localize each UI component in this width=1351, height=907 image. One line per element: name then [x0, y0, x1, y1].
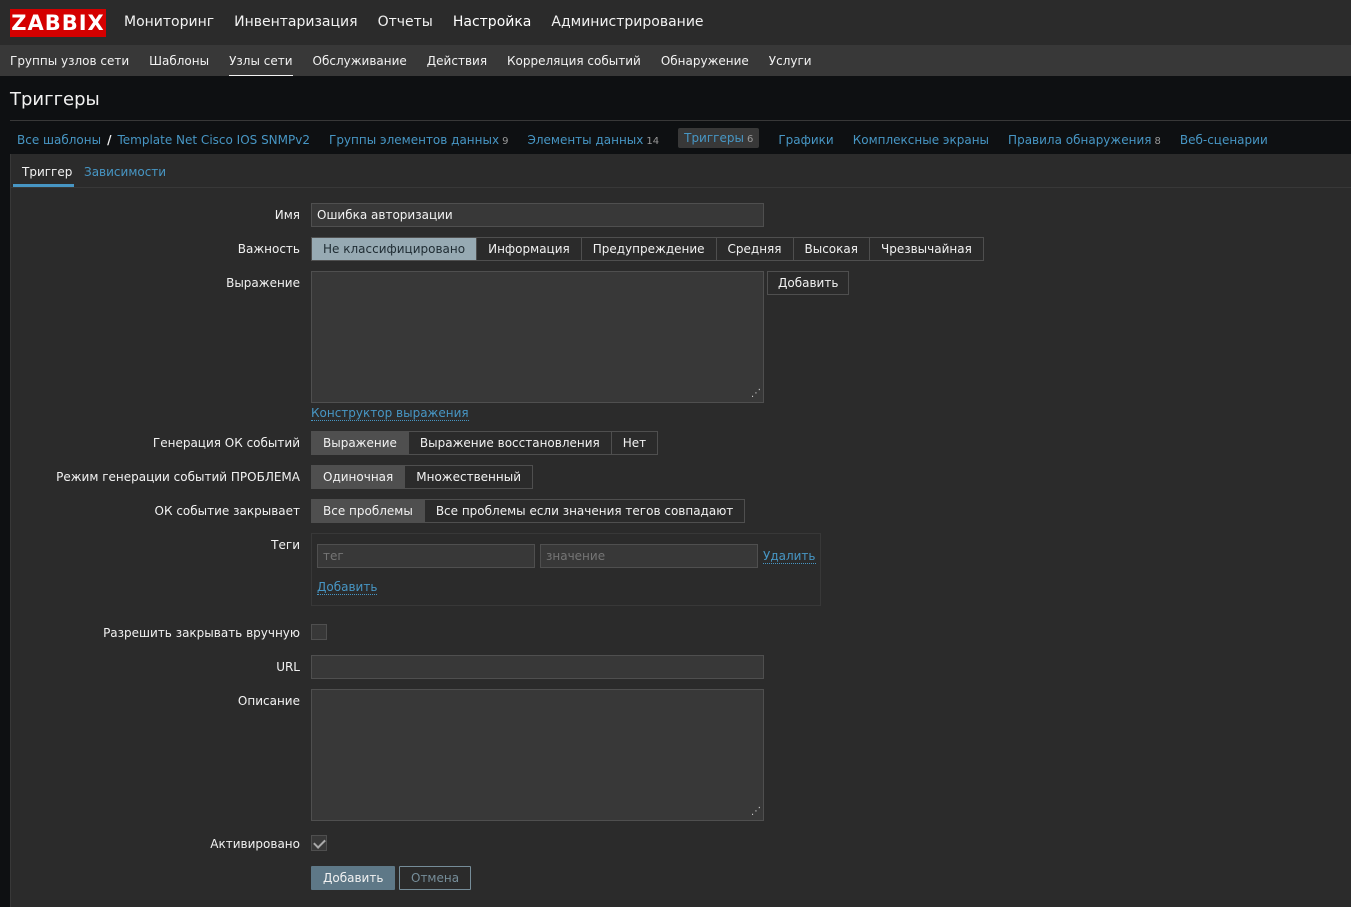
submenu-actions[interactable]: Действия: [427, 54, 487, 77]
breadcrumb-all-templates[interactable]: Все шаблоны: [17, 133, 101, 147]
url-label: URL: [276, 660, 300, 674]
tab-graphs[interactable]: Графики: [778, 133, 833, 147]
trigger-form: Триггер Зависимости Имя Важность Не клас…: [10, 154, 1351, 907]
ok-generation-label: Генерация ОК событий: [152, 436, 300, 450]
tag-remove-link[interactable]: Удалить: [763, 549, 816, 564]
problem-mode-multiple[interactable]: Множественный: [405, 465, 533, 489]
severity-selector: Не классифицировано Информация Предупреж…: [311, 237, 984, 261]
submenu-services[interactable]: Услуги: [769, 54, 812, 77]
problem-mode-single[interactable]: Одиночная: [311, 465, 406, 489]
expression-textarea[interactable]: [311, 271, 764, 403]
ok-generation-selector: Выражение Выражение восстановления Нет: [311, 431, 659, 455]
menu-configuration[interactable]: Настройка: [453, 14, 532, 30]
tab-items[interactable]: Элементы данных 14: [527, 133, 659, 147]
description-textarea[interactable]: [311, 689, 764, 821]
cancel-button[interactable]: Отмена: [399, 866, 472, 890]
submenu-event-correlation[interactable]: Корреляция событий: [507, 54, 641, 77]
problem-mode-label: Режим генерации событий ПРОБЛЕМА: [56, 470, 300, 484]
problem-mode-selector: Одиночная Множественный: [311, 465, 533, 489]
page-header: [0, 76, 1351, 120]
expression-constructor-link[interactable]: Конструктор выражения: [311, 406, 469, 421]
severity-warning[interactable]: Предупреждение: [581, 237, 717, 261]
submenu-hosts[interactable]: Узлы сети: [229, 54, 293, 77]
zabbix-logo[interactable]: ZABBIX: [10, 9, 106, 37]
manual-close-label: Разрешить закрывать вручную: [103, 626, 300, 640]
resize-grip-icon[interactable]: ⋰: [751, 388, 761, 399]
tag-value-input[interactable]: [540, 544, 758, 568]
submenu-maintenance[interactable]: Обслуживание: [313, 54, 407, 77]
expression-label: Выражение: [226, 276, 300, 290]
severity-information[interactable]: Информация: [477, 237, 582, 261]
top-menu-bar: ZABBIX Мониторинг Инвентаризация Отчеты …: [0, 0, 1351, 46]
tab-applications[interactable]: Группы элементов данных 9: [329, 133, 508, 147]
severity-disaster[interactable]: Чрезвычайная: [869, 237, 984, 261]
active-tab-indicator: [13, 184, 74, 187]
ok-closes-tag-match[interactable]: Все проблемы если значения тегов совпада…: [424, 499, 746, 523]
form-tabs: Триггер Зависимости: [11, 154, 1351, 188]
ok-gen-none[interactable]: Нет: [611, 431, 659, 455]
submenu-host-groups[interactable]: Группы узлов сети: [10, 54, 129, 77]
tags-label: Теги: [271, 538, 300, 552]
url-input[interactable]: [311, 655, 764, 679]
enabled-checkbox[interactable]: [311, 835, 327, 851]
name-label: Имя: [274, 208, 300, 222]
menu-monitoring[interactable]: Мониторинг: [124, 14, 214, 30]
enabled-label: Активировано: [210, 837, 300, 851]
add-expression-button[interactable]: Добавить: [767, 271, 850, 295]
tab-trigger[interactable]: Триггер: [22, 165, 72, 179]
tab-screens[interactable]: Комплексные экраны: [853, 133, 989, 147]
breadcrumb: Все шаблоны / Template Net Cisco IOS SNM…: [10, 120, 1351, 154]
ok-closes-all[interactable]: Все проблемы: [311, 499, 425, 523]
tag-add-link[interactable]: Добавить: [317, 580, 378, 595]
menu-inventory[interactable]: Инвентаризация: [234, 14, 357, 30]
main-menu: Мониторинг Инвентаризация Отчеты Настрой…: [124, 14, 724, 30]
severity-label: Важность: [237, 242, 300, 256]
submit-add-button[interactable]: Добавить: [311, 866, 396, 890]
menu-reports[interactable]: Отчеты: [378, 14, 433, 30]
manual-close-checkbox[interactable]: [311, 624, 327, 640]
ok-gen-recovery-expression[interactable]: Выражение восстановления: [408, 431, 612, 455]
page-title: Триггеры: [10, 89, 100, 110]
severity-average[interactable]: Средняя: [716, 237, 794, 261]
ok-closes-label: ОК событие закрывает: [154, 504, 300, 518]
ok-gen-expression[interactable]: Выражение: [311, 431, 409, 455]
resize-grip-icon[interactable]: ⋰: [751, 806, 761, 817]
severity-not-classified[interactable]: Не классифицировано: [311, 237, 478, 261]
description-label: Описание: [237, 694, 300, 708]
tab-triggers[interactable]: Триггеры 6: [678, 128, 760, 148]
tab-discovery-rules[interactable]: Правила обнаружения 8: [1008, 133, 1161, 147]
submenu-discovery[interactable]: Обнаружение: [661, 54, 749, 77]
severity-high[interactable]: Высокая: [793, 237, 870, 261]
ok-closes-selector: Все проблемы Все проблемы если значения …: [311, 499, 746, 523]
tab-dependencies[interactable]: Зависимости: [84, 165, 166, 179]
name-input[interactable]: [311, 203, 764, 227]
breadcrumb-template[interactable]: Template Net Cisco IOS SNMPv2: [117, 133, 310, 147]
sub-menu-bar: Группы узлов сети Шаблоны Узлы сети Обсл…: [0, 46, 1351, 77]
menu-administration[interactable]: Администрирование: [551, 14, 703, 30]
tab-web-scenarios[interactable]: Веб-сценарии: [1180, 133, 1268, 147]
breadcrumb-separator: /: [107, 132, 112, 147]
tag-name-input[interactable]: [317, 544, 535, 568]
submenu-templates[interactable]: Шаблоны: [149, 54, 209, 77]
